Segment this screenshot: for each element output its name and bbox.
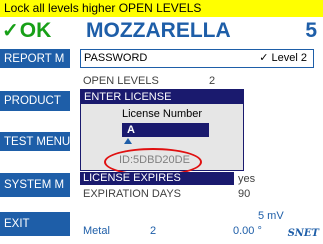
sidebar-button-report[interactable]: REPORT M <box>0 49 70 68</box>
password-row[interactable]: PASSWORD ✓ Level 2 <box>80 49 314 68</box>
license-expires-value[interactable]: yes <box>238 172 255 186</box>
channel-number: 5 <box>305 19 317 42</box>
license-number-label: License Number <box>121 108 203 120</box>
license-number-input[interactable]: A <box>122 123 209 137</box>
password-label: PASSWORD <box>84 52 148 64</box>
metal-value: 2 <box>150 225 157 237</box>
password-level: ✓ Level 2 <box>259 50 307 67</box>
product-name: MOZZARELLA <box>86 19 231 42</box>
expiration-days-value[interactable]: 90 <box>238 187 250 201</box>
dialog-title: ENTER LICENSE <box>81 90 243 104</box>
metal-label: Metal <box>83 225 110 237</box>
level-check-icon: ✓ <box>259 52 269 64</box>
sidebar-button-exit[interactable]: EXIT <box>0 212 70 236</box>
checkmark-icon: ✓ <box>2 20 19 42</box>
signal-reading: 5 mV <box>258 210 284 222</box>
warning-bar: Lock all levels higher OPEN LEVELS <box>0 0 323 17</box>
sidebar-button-system[interactable]: SYSTEM M <box>0 173 70 197</box>
snet-logo: SNET <box>287 228 319 239</box>
license-expires-label: LICENSE EXPIRES <box>80 172 234 185</box>
open-levels-label: OPEN LEVELS <box>83 75 159 87</box>
cursor-caret-icon <box>124 138 132 144</box>
phase-angle: 0.00 ° <box>233 225 262 237</box>
sidebar-button-test-menu[interactable]: TEST MENU <box>0 132 70 151</box>
expiration-days-label: EXPIRATION DAYS <box>83 188 182 200</box>
status-label: OK <box>19 19 52 42</box>
open-levels-value[interactable]: 2 <box>209 74 215 88</box>
level-value: Level 2 <box>271 52 307 64</box>
sidebar-button-product[interactable]: PRODUCT <box>0 91 70 111</box>
status-ok: ✓OK <box>2 18 51 44</box>
